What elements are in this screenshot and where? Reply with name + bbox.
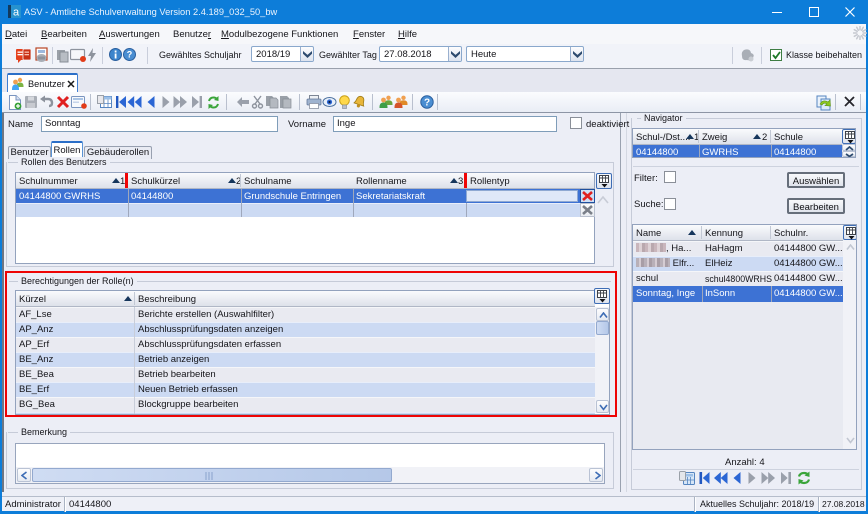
svg-text:a: a: [13, 7, 20, 19]
svg-text:?: ?: [424, 98, 430, 109]
svg-text:?: ?: [127, 50, 133, 60]
